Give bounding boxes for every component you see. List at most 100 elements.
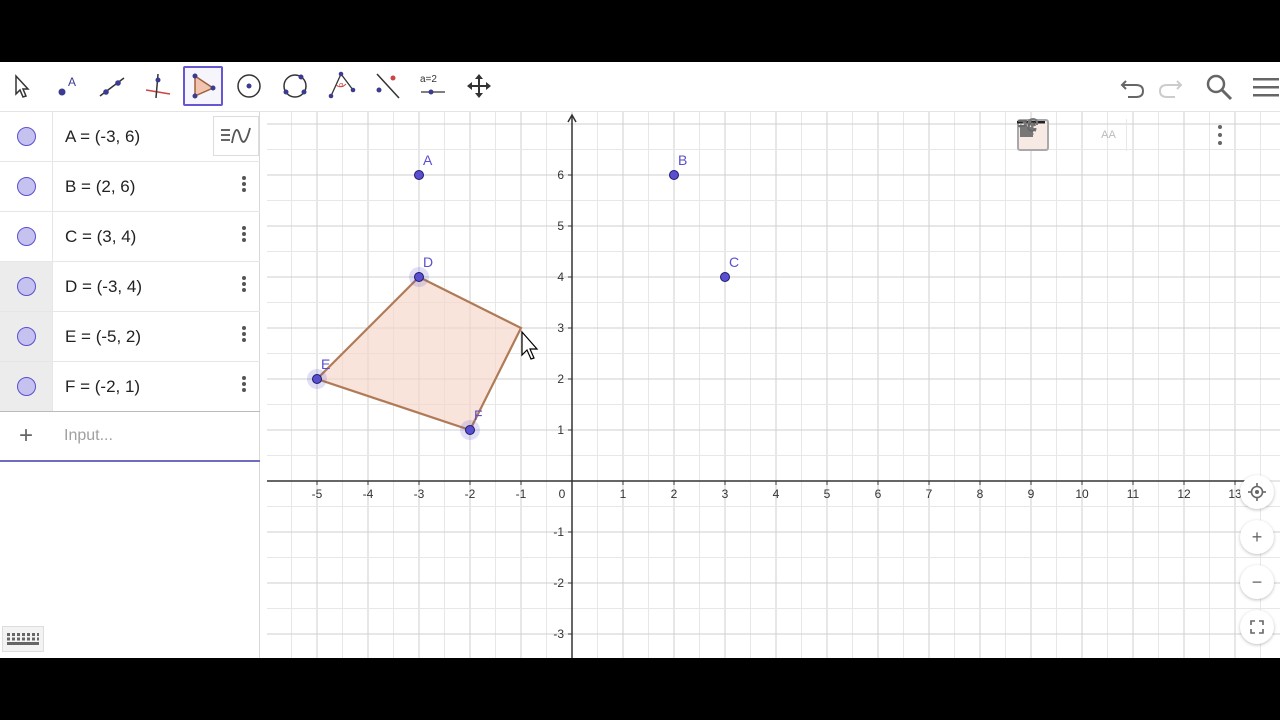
x-tick-label: 7: [926, 487, 933, 501]
algebra-item-d[interactable]: D = (-3, 4): [0, 262, 260, 312]
perpendicular-tool-button[interactable]: [138, 66, 178, 106]
crosshair-icon: [1248, 483, 1266, 501]
move-graphics-tool-button[interactable]: [459, 66, 499, 106]
algebra-item-f[interactable]: F = (-2, 1): [0, 362, 260, 412]
algebra-input[interactable]: [64, 427, 244, 445]
visibility-toggle[interactable]: [0, 112, 52, 161]
fullscreen-icon: [1250, 620, 1264, 634]
more-stylebar-button[interactable]: [1205, 119, 1235, 151]
style-bar: AA: [1017, 117, 1265, 153]
home-view-button[interactable]: [1240, 475, 1274, 509]
visibility-toggle[interactable]: [0, 312, 52, 361]
keyboard-button[interactable]: [2, 626, 44, 652]
circle-three-points-tool-button[interactable]: [275, 66, 315, 106]
x-tick-label: -3: [414, 487, 425, 501]
point-marker[interactable]: [720, 272, 730, 282]
y-tick-label: -2: [553, 576, 564, 590]
zoom-out-button[interactable]: −: [1240, 565, 1274, 599]
fullscreen-button[interactable]: [1240, 610, 1274, 644]
point-icon: A: [58, 75, 76, 96]
svg-text:A: A: [68, 75, 76, 89]
polygon-layer[interactable]: [314, 275, 523, 432]
point-marker[interactable]: [465, 425, 475, 435]
algebra-expression[interactable]: E = (-5, 2): [52, 312, 260, 361]
line-icon: [99, 77, 125, 97]
line-tool-button[interactable]: [92, 66, 132, 106]
redo-icon: [1158, 80, 1183, 98]
zoom-out-icon: −: [1251, 571, 1263, 592]
point-marker[interactable]: [312, 374, 322, 384]
x-tick-label: 6: [875, 487, 882, 501]
redo-button[interactable]: [1153, 70, 1187, 104]
visibility-toggle[interactable]: [0, 212, 52, 261]
algebra-item-c[interactable]: C = (3, 4): [0, 212, 260, 262]
algebra-expression[interactable]: F = (-2, 1): [52, 362, 260, 411]
reflect-line-icon: [376, 73, 400, 99]
x-tick-label: 2: [671, 487, 678, 501]
algebra-view: A = (-3, 6) B = (2, 6) C = (3, 4) D = (-…: [0, 112, 260, 658]
marble-icon: [16, 277, 36, 296]
more-options-icon[interactable]: [236, 374, 252, 398]
algebra-expression[interactable]: C = (3, 4): [52, 212, 260, 261]
add-icon[interactable]: +: [0, 412, 52, 460]
slider-tool-button[interactable]: a=2: [413, 66, 453, 106]
toggle-algebra-button[interactable]: [1018, 119, 1265, 151]
more-options-icon[interactable]: [236, 224, 252, 248]
more-options-icon[interactable]: [236, 274, 252, 298]
undo-icon: [1120, 80, 1145, 98]
x-tick-label: 11: [1127, 487, 1140, 501]
x-tick-label: -1: [516, 487, 527, 501]
circle-center-icon: [237, 74, 261, 98]
point-marker[interactable]: [414, 272, 424, 282]
visibility-toggle[interactable]: [0, 362, 52, 411]
y-tick-label: -3: [553, 627, 564, 641]
hamburger-menu-icon: [1253, 78, 1279, 97]
point-tool-button[interactable]: A: [46, 66, 86, 106]
keyboard-icon: [7, 633, 39, 645]
point-marker[interactable]: [414, 170, 424, 180]
cursor-arrow-icon: [15, 74, 30, 98]
move-tool-button[interactable]: [2, 66, 42, 106]
svg-text:a=2: a=2: [420, 74, 437, 85]
mouse-cursor-icon: [521, 330, 539, 360]
circle-tool-button[interactable]: [229, 66, 269, 106]
polygon-defe[interactable]: [314, 275, 523, 432]
algebra-expression[interactable]: B = (2, 6): [52, 162, 260, 211]
settings-button[interactable]: [1019, 119, 1205, 151]
circle-three-points-icon: [283, 74, 307, 98]
algebra-menu-button[interactable]: [213, 116, 259, 156]
point-label: E: [321, 356, 330, 372]
toolbar: A α a=2: [0, 62, 1280, 112]
undo-button[interactable]: [1116, 70, 1150, 104]
marble-icon: [16, 177, 36, 196]
visibility-toggle[interactable]: [0, 262, 52, 311]
polygon-tool-button[interactable]: [183, 66, 223, 106]
graphics-view[interactable]: -5 -4 -3 -2 -1 0 1 2 3 4 5 6 7 8 9 10 11 12 13 6 5 4 3 2 1 -1 -2 -3…: [267, 112, 1280, 658]
svg-text:α: α: [339, 81, 344, 89]
main-menu-button[interactable]: [1248, 70, 1280, 104]
lock-button[interactable]: [1020, 117, 1169, 151]
algebra-item-b[interactable]: B = (2, 6): [0, 162, 260, 212]
font-size-label: AA: [1101, 129, 1116, 141]
marble-icon: [16, 327, 36, 346]
reflect-tool-button[interactable]: [367, 66, 407, 106]
angle-tool-button[interactable]: α: [321, 66, 361, 106]
algebra-item-e[interactable]: E = (-5, 2): [0, 312, 260, 362]
zoom-in-icon: +: [1251, 526, 1263, 547]
graphics-canvas[interactable]: -5 -4 -3 -2 -1 0 1 2 3 4 5 6 7 8 9 10 11 12 13654321-1-2-3…: [267, 112, 1280, 658]
polygon-icon: [192, 73, 216, 99]
zoom-in-button[interactable]: +: [1240, 520, 1274, 554]
algebra-input-row[interactable]: +: [0, 412, 260, 462]
visibility-toggle[interactable]: [0, 162, 52, 211]
more-options-icon[interactable]: [236, 174, 252, 198]
point-label: A: [423, 152, 433, 168]
line-style-button[interactable]: [1017, 119, 1089, 151]
font-size-button[interactable]: AA: [1091, 119, 1127, 151]
point-marker[interactable]: [669, 170, 679, 180]
algebra-expression[interactable]: D = (-3, 4): [52, 262, 260, 311]
point-label: D: [423, 254, 433, 270]
search-button[interactable]: [1202, 70, 1236, 104]
point-label: C: [729, 254, 739, 270]
more-options-icon[interactable]: [236, 324, 252, 348]
x-tick-label: 4: [773, 487, 780, 501]
